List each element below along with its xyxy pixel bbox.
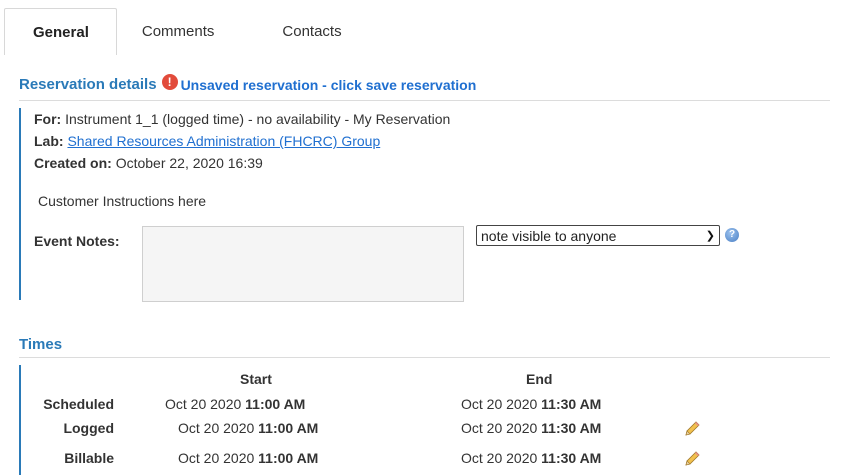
chevron-down-icon: ❯ — [705, 230, 715, 242]
created-label: Created on: — [34, 155, 112, 171]
scheduled-start: Oct 20 2020 11:00 AM — [165, 396, 305, 412]
billable-end: Oct 20 2020 11:30 AM — [461, 450, 601, 466]
question-circle-icon[interactable]: ? — [725, 228, 739, 242]
start-time: 11:00 AM — [258, 420, 319, 436]
tab-general[interactable]: General — [4, 8, 117, 55]
pencil-icon[interactable] — [683, 450, 701, 468]
reservation-details-heading: Reservation details ! Unsaved reservatio… — [19, 73, 477, 93]
start-header: Start — [240, 371, 272, 387]
end-date: Oct 20 2020 — [461, 396, 538, 412]
reservation-details-title: Reservation details — [19, 76, 157, 93]
section-divider — [19, 100, 830, 101]
tab-bar: General Comments Contacts — [4, 8, 846, 55]
start-date: Oct 20 2020 — [178, 420, 255, 436]
section-accent-bar — [19, 108, 21, 300]
start-date: Oct 20 2020 — [178, 450, 255, 466]
for-line: For: Instrument 1_1 (logged time) - no a… — [34, 111, 450, 127]
times-title: Times — [19, 336, 63, 353]
end-time: 11:30 AM — [541, 420, 602, 436]
lab-link[interactable]: Shared Resources Administration (FHCRC) … — [67, 133, 380, 149]
end-date: Oct 20 2020 — [461, 420, 538, 436]
logged-end: Oct 20 2020 11:30 AM — [461, 420, 601, 436]
event-notes-input[interactable] — [142, 226, 464, 302]
row-label-billable: Billable — [64, 450, 114, 466]
row-label-scheduled: Scheduled — [43, 396, 114, 412]
unsaved-warning[interactable]: Unsaved reservation - click save reserva… — [181, 77, 477, 93]
note-visibility-select[interactable]: note visible to anyone ❯ — [476, 225, 720, 246]
for-value: Instrument 1_1 (logged time) - no availa… — [65, 111, 451, 127]
exclamation-circle-icon: ! — [161, 73, 178, 90]
created-value: October 22, 2020 16:39 — [115, 155, 263, 171]
end-time: 11:30 AM — [541, 450, 602, 466]
start-time: 11:00 AM — [258, 450, 319, 466]
end-header: End — [526, 371, 553, 387]
section-divider — [19, 357, 830, 358]
row-label-logged: Logged — [63, 420, 114, 436]
end-date: Oct 20 2020 — [461, 450, 538, 466]
tab-contacts[interactable]: Contacts — [256, 8, 367, 55]
logged-start: Oct 20 2020 11:00 AM — [178, 420, 318, 436]
event-notes-label: Event Notes: — [34, 233, 120, 249]
tab-comments[interactable]: Comments — [117, 8, 257, 55]
lab-label: Lab: — [34, 133, 64, 149]
lab-line: Lab: Shared Resources Administration (FH… — [34, 133, 380, 149]
billable-start: Oct 20 2020 11:00 AM — [178, 450, 318, 466]
scheduled-end: Oct 20 2020 11:30 AM — [461, 396, 601, 412]
pencil-icon[interactable] — [683, 420, 701, 438]
end-time: 11:30 AM — [541, 396, 602, 412]
start-time: 11:00 AM — [245, 396, 306, 412]
start-date: Oct 20 2020 — [165, 396, 242, 412]
created-line: Created on: October 22, 2020 16:39 — [34, 155, 263, 171]
section-accent-bar — [19, 365, 21, 475]
for-label: For: — [34, 111, 62, 127]
note-visibility-value: note visible to anyone — [481, 227, 617, 244]
customer-instructions: Customer Instructions here — [38, 193, 207, 209]
